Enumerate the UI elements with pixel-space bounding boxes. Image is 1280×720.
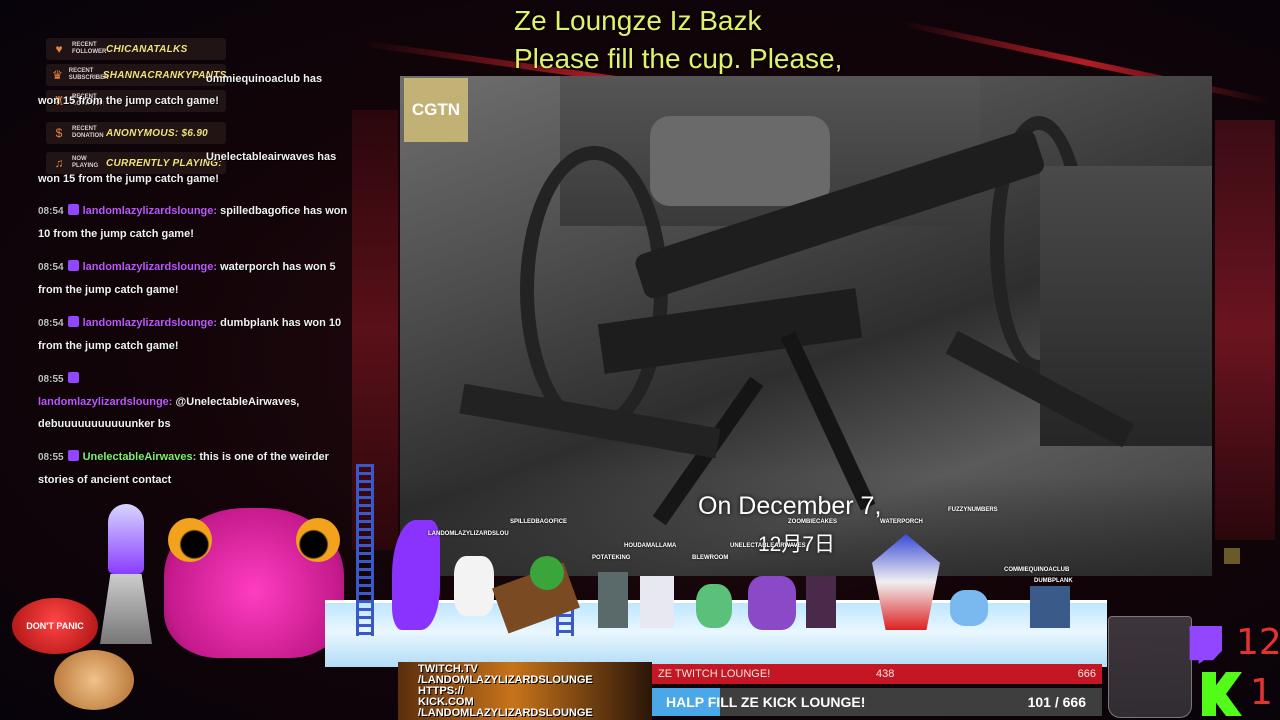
chat-message: 08:54 landomlazylizardslounge: dumbplank … <box>38 312 350 357</box>
player-sprite <box>1030 586 1070 628</box>
chat-message: 08:55 landomlazylizardslounge: @Unelectab… <box>38 368 350 435</box>
twitch-goal-current: 438 <box>876 668 895 680</box>
twitch-icon <box>67 372 79 383</box>
chat-time: 08:54 <box>38 206 64 217</box>
twitch-icon <box>67 450 79 461</box>
crown-icon: ♛ <box>52 68 63 82</box>
twitch-icon <box>67 204 79 215</box>
player-sprite <box>950 590 988 626</box>
ladder <box>356 464 374 636</box>
title-line-1: Ze Loungze Iz Bazk <box>514 5 762 36</box>
channel-logo: CGTN <box>404 78 468 142</box>
video-subtitle: On December 7, <box>698 492 882 520</box>
notice-who: ANONYMOUS: $6.90 <box>106 127 209 139</box>
chat-time: 08:54 <box>38 262 64 273</box>
player-sprite <box>806 576 836 628</box>
notice-who: CURRENTLY PLAYING: <box>106 157 222 169</box>
recent-donation-2: $ RECENT DONATION ANONYMOUS: $6.90 <box>46 122 226 144</box>
player-sprite <box>696 584 732 628</box>
chat-user[interactable]: landomlazylizardslounge: <box>83 261 217 273</box>
decor-side <box>1215 120 1275 540</box>
chat-time: 08:54 <box>38 318 64 329</box>
player-name: ZOOMBIECAKES <box>788 519 838 525</box>
player-sprite <box>640 576 674 628</box>
lava-lamp <box>108 504 144 574</box>
kick-goal-progress: 101 / 666 <box>1027 694 1086 710</box>
chat-message: 08:54 landomlazylizardslounge: spilledbag… <box>38 200 350 245</box>
chat-message: 08:54 landomlazylizardslounge: waterporch… <box>38 256 350 301</box>
chat-user[interactable]: landomlazylizardslounge: <box>83 317 217 329</box>
player-name: POTATEKING <box>592 555 631 561</box>
link-line[interactable]: /LANDOMLAZYLIZARDSLOUNGE <box>418 708 593 719</box>
player-name: DUMBPLANK <box>1034 578 1073 584</box>
chat-user[interactable]: UnelectableAirwaves: <box>83 451 197 463</box>
chat-line: ommiequinoaclub has <box>206 73 323 85</box>
twitch-goal-label: ZE TWITCH LOUNGE! <box>658 668 771 680</box>
notice-kind: RECENT DONATION <box>72 126 104 139</box>
recent-follower: ♥ RECENT FOLLOWER CHICANATALKS <box>46 38 226 60</box>
notice-who: CHICANATALKS <box>106 43 188 55</box>
kick-count: 1 <box>1250 672 1273 713</box>
video-scene <box>400 476 1212 576</box>
chat-line: won 15 from the jump catch game! <box>38 173 219 185</box>
player-sprite <box>454 556 494 616</box>
twitch-icon <box>67 260 79 271</box>
heart-icon: ♥ <box>55 42 63 56</box>
twitch-goal-target: 666 <box>1077 668 1096 680</box>
twitch-icon <box>67 316 79 327</box>
frog-eye <box>296 518 340 562</box>
ramen-bowl-icon <box>54 650 134 710</box>
small-logo-icon <box>1224 548 1240 564</box>
notice-kind: RECENT FOLLOWER <box>72 42 107 55</box>
chat-line: won 15 from the jump catch game! <box>38 95 219 107</box>
pepe-sprite <box>530 556 564 590</box>
social-links: TWITCH.TV /LANDOMLAZYLIZARDSLOUNGE HTTPS… <box>398 662 652 720</box>
chat-user[interactable]: landomlazylizardslounge: <box>83 205 217 217</box>
player-name: WATERPORCH <box>880 519 923 525</box>
notice-kind: RECENT SUBSCRIBER <box>68 68 109 81</box>
player-name: FUZZYNUMBERS <box>948 507 998 513</box>
stream-title: Ze Loungze Iz Bazk Please fill the cup. … <box>514 2 842 78</box>
chat-time: 08:55 <box>38 374 64 385</box>
twitch-goal-bar: ZE TWITCH LOUNGE! 438 666 <box>652 664 1102 684</box>
dont-panic-button[interactable]: DON'T PANIC <box>12 598 98 654</box>
money-icon: $ <box>55 126 63 140</box>
kick-goal-bar: HALP FILL ZE KICK LOUNGE! 101 / 666 <box>652 688 1102 716</box>
chat-message: 08:55 UnelectableAirwaves: this is one of… <box>38 446 350 491</box>
player-name: UNELECTABLEAIRWAVES <box>730 543 806 549</box>
player-name: LANDOMLAZYLIZARDSLOU <box>428 531 509 537</box>
player-name: COMMIEQUINOACLUB <box>1004 567 1070 573</box>
title-line-2: Please fill the cup. Please, <box>514 43 843 74</box>
player-name: HOUDAMALLAMA <box>624 543 677 549</box>
player-sprite <box>598 572 628 628</box>
recent-subscriber: ♛ RECENT SUBSCRIBER SHANNACRANKYPANTS <box>46 64 226 86</box>
player-name: BLEWROOM <box>692 555 729 561</box>
video-scene <box>650 116 830 206</box>
chat-line: Unelectableairwaves has <box>206 151 337 163</box>
chat-user[interactable]: landomlazylizardslounge: <box>38 396 172 408</box>
frog-eye <box>168 518 212 562</box>
player-name: SPILLEDBAGOFICE <box>510 519 568 525</box>
chat-time: 08:55 <box>38 452 64 463</box>
player-sprite <box>748 576 796 630</box>
goal-cup <box>1108 616 1192 718</box>
twitch-count: 12 <box>1236 622 1280 663</box>
kick-goal-label: HALP FILL ZE KICK LOUNGE! <box>666 694 866 710</box>
